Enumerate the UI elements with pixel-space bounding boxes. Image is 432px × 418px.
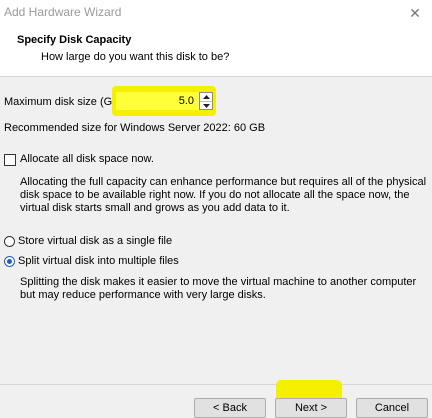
- stepper-down-button[interactable]: [200, 102, 212, 110]
- stepper-up-button[interactable]: [200, 93, 212, 102]
- wizard-header: Specify Disk Capacity How large do you w…: [0, 26, 432, 77]
- window-title: Add Hardware Wizard: [4, 5, 122, 19]
- back-button[interactable]: < Back: [194, 398, 266, 418]
- recommended-size-text: Recommended size for Windows Server 2022…: [4, 122, 266, 134]
- disk-size-label: Maximum disk size (GB):: [4, 96, 127, 108]
- title-bar: Add Hardware Wizard ✕: [0, 0, 432, 26]
- footer-divider: [0, 384, 432, 385]
- split-description: Splitting the disk makes it easier to mo…: [20, 276, 416, 302]
- chevron-down-icon: [202, 104, 210, 108]
- allocate-checkbox[interactable]: [4, 154, 16, 166]
- split-files-radio[interactable]: [4, 256, 15, 267]
- allocate-description: Allocating the full capacity can enhance…: [20, 176, 426, 215]
- disk-size-input[interactable]: 5.0: [116, 92, 202, 110]
- split-desc-line: Splitting the disk makes it easier to mo…: [20, 276, 417, 288]
- split-files-radio-label[interactable]: Split virtual disk into multiple files: [18, 255, 179, 267]
- single-file-radio[interactable]: [4, 236, 15, 247]
- allocate-checkbox-label[interactable]: Allocate all disk space now.: [20, 153, 154, 165]
- page-subtitle: How large do you want this disk to be?: [41, 51, 230, 63]
- allocate-desc-line: disk space to be available right now. If…: [20, 189, 410, 201]
- close-button[interactable]: ✕: [398, 0, 432, 26]
- page-title: Specify Disk Capacity: [17, 34, 132, 46]
- split-desc-line: but may reduce performance with very lar…: [20, 289, 266, 301]
- disk-size-highlight: 5.0: [112, 86, 216, 116]
- close-icon: ✕: [409, 4, 421, 21]
- cancel-button[interactable]: Cancel: [356, 398, 428, 418]
- next-button[interactable]: Next >: [275, 398, 347, 418]
- single-file-radio-label[interactable]: Store virtual disk as a single file: [18, 235, 172, 247]
- disk-size-stepper[interactable]: [199, 92, 213, 110]
- allocate-desc-line: Allocating the full capacity can enhance…: [20, 176, 427, 188]
- chevron-up-icon: [202, 95, 210, 99]
- allocate-desc-line: virtual disk starts small and grows as y…: [20, 202, 290, 214]
